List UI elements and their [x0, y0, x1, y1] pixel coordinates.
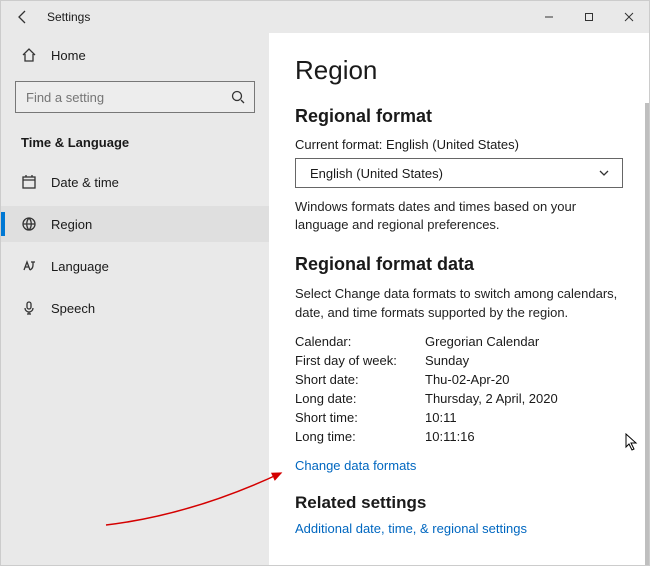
regional-format-heading: Regional format [295, 106, 623, 127]
sidebar-item-label: Date & time [51, 175, 119, 190]
search-input[interactable] [15, 81, 255, 113]
sidebar: Home Time & Language Date & time Region [1, 33, 269, 565]
scrollbar[interactable] [645, 103, 649, 565]
back-icon[interactable] [15, 9, 31, 25]
change-data-formats-link[interactable]: Change data formats [295, 458, 416, 473]
sidebar-section: Time & Language [1, 129, 269, 164]
sidebar-item-label: Language [51, 259, 109, 274]
content-pane: Region Regional format Current format: E… [269, 33, 649, 565]
format-description: Windows formats dates and times based on… [295, 198, 623, 234]
minimize-button[interactable] [529, 1, 569, 33]
search-field[interactable] [26, 90, 230, 105]
home-label: Home [51, 48, 86, 63]
sidebar-item-region[interactable]: Region [1, 206, 269, 242]
microphone-icon [21, 300, 37, 316]
sidebar-item-language[interactable]: Language [1, 248, 269, 284]
format-dropdown[interactable]: English (United States) [295, 158, 623, 188]
cursor-icon [625, 433, 639, 454]
current-format-label: Current format: English (United States) [295, 137, 623, 152]
titlebar: Settings [1, 1, 649, 33]
sidebar-home[interactable]: Home [1, 39, 269, 71]
calendar-icon [21, 174, 37, 190]
row-calendar: Calendar:Gregorian Calendar [295, 334, 623, 349]
format-data-description: Select Change data formats to switch amo… [295, 285, 623, 321]
home-icon [21, 47, 37, 63]
search-icon [230, 89, 246, 105]
maximize-button[interactable] [569, 1, 609, 33]
window-title: Settings [47, 10, 90, 24]
page-title: Region [295, 55, 623, 86]
chevron-down-icon [596, 165, 612, 181]
close-button[interactable] [609, 1, 649, 33]
globe-icon [21, 216, 37, 232]
format-data-heading: Regional format data [295, 254, 623, 275]
related-settings-heading: Related settings [295, 493, 623, 513]
sidebar-item-speech[interactable]: Speech [1, 290, 269, 326]
additional-settings-link[interactable]: Additional date, time, & regional settin… [295, 521, 527, 536]
row-long-date: Long date:Thursday, 2 April, 2020 [295, 391, 623, 406]
row-short-date: Short date:Thu-02-Apr-20 [295, 372, 623, 387]
sidebar-item-label: Speech [51, 301, 95, 316]
sidebar-item-date-time[interactable]: Date & time [1, 164, 269, 200]
dropdown-value: English (United States) [310, 166, 443, 181]
language-icon [21, 258, 37, 274]
row-short-time: Short time:10:11 [295, 410, 623, 425]
window-controls [529, 1, 649, 33]
row-first-day: First day of week:Sunday [295, 353, 623, 368]
sidebar-item-label: Region [51, 217, 92, 232]
row-long-time: Long time:10:11:16 [295, 429, 623, 444]
